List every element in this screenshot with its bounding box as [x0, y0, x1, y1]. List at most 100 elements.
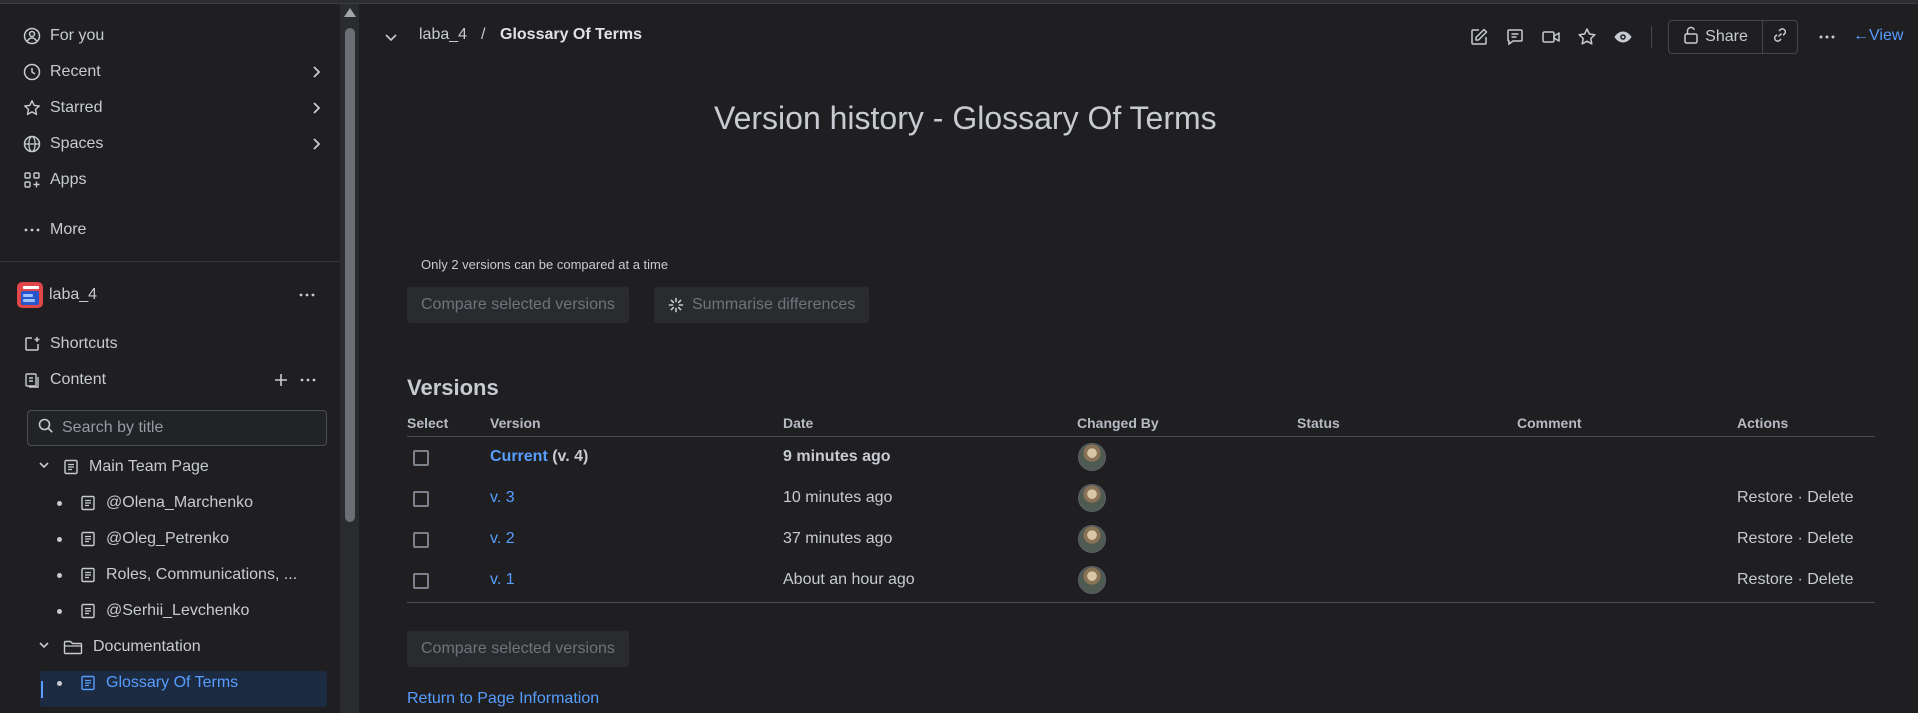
folder-icon: [63, 639, 83, 655]
more-actions-icon[interactable]: [1816, 26, 1838, 48]
page-icon: [80, 495, 96, 511]
table-row-version: v. 1: [490, 571, 515, 589]
restore-link[interactable]: Restore: [1737, 530, 1793, 547]
return-to-page-info-link[interactable]: Return to Page Information: [407, 690, 599, 708]
tree-item-olena[interactable]: @Olena_Marchenko: [57, 488, 253, 518]
row-date: About an hour ago: [783, 571, 915, 588]
link-icon: [1771, 26, 1789, 49]
col-header-date: Date: [783, 415, 814, 431]
chevron-down-icon[interactable]: [37, 638, 51, 657]
apps-icon: [22, 170, 42, 190]
copy-link-button[interactable]: [1762, 20, 1798, 54]
share-button[interactable]: Share: [1668, 20, 1762, 54]
row-checkbox[interactable]: [413, 532, 429, 548]
sidebar-item-starred[interactable]: Starred: [22, 94, 322, 122]
versions-heading: Versions: [407, 375, 499, 400]
tree-item-documentation[interactable]: Documentation: [37, 632, 201, 662]
summarise-label: Summarise differences: [692, 296, 856, 313]
row-date: 10 minutes ago: [783, 489, 893, 506]
share-label: Share: [1705, 28, 1748, 45]
summarise-differences-button[interactable]: Summarise differences: [654, 287, 870, 323]
search-input[interactable]: [62, 419, 302, 437]
bullet: [57, 572, 62, 578]
scrollbar-thumb[interactable]: [345, 28, 355, 522]
tree-item-label: Glossary Of Terms: [106, 674, 239, 691]
scroll-up-arrow-icon[interactable]: [344, 8, 356, 17]
table-bottom-divider: [407, 602, 1875, 603]
sidebar-divider: [0, 261, 340, 262]
chevron-right-icon[interactable]: [310, 98, 324, 123]
col-header-changed-by: Changed By: [1077, 415, 1159, 431]
tree-item-glossary[interactable]: Glossary Of Terms: [57, 668, 238, 698]
avatar[interactable]: [1078, 484, 1106, 512]
tree-item-label: Documentation: [93, 638, 201, 655]
sidebar-item-label: More: [50, 221, 87, 238]
tree-item-serhii[interactable]: @Serhii_Levchenko: [57, 596, 249, 626]
view-link[interactable]: ←View: [1853, 27, 1903, 45]
sidebar: For you Recent Starred Spaces Apps More: [0, 4, 340, 713]
col-header-select: Select: [407, 415, 449, 431]
bullet: [57, 500, 62, 506]
bullet: [57, 536, 62, 542]
view-label: View: [1869, 27, 1904, 44]
version-link[interactable]: v. 1: [490, 571, 515, 588]
page-title: Version history - Glossary Of Terms: [714, 100, 1217, 136]
restore-link[interactable]: Restore: [1737, 489, 1793, 506]
collapse-chevron-icon[interactable]: [383, 26, 399, 53]
space-more-icon[interactable]: [298, 280, 316, 315]
edit-icon[interactable]: [1468, 26, 1490, 48]
col-header-status: Status: [1297, 415, 1340, 431]
breadcrumb-page[interactable]: Glossary Of Terms: [500, 26, 642, 44]
version-link[interactable]: Current: [490, 448, 548, 465]
sidebar-item-spaces[interactable]: Spaces: [22, 130, 322, 158]
avatar[interactable]: [1078, 566, 1106, 594]
row-checkbox[interactable]: [413, 491, 429, 507]
watch-eye-icon[interactable]: [1612, 26, 1634, 48]
space-name[interactable]: laba_4: [49, 280, 97, 310]
row-actions: Restore · Delete: [1737, 489, 1854, 507]
content-more-icon[interactable]: [299, 366, 317, 399]
star-icon[interactable]: [1576, 26, 1598, 48]
sidebar-item-for-you[interactable]: For you: [22, 22, 322, 50]
delete-link[interactable]: Delete: [1807, 571, 1853, 588]
chevron-right-icon[interactable]: [310, 62, 324, 87]
row-checkbox[interactable]: [413, 573, 429, 589]
tree-item-oleg[interactable]: @Oleg_Petrenko: [57, 524, 229, 554]
row-checkbox[interactable]: [413, 450, 429, 466]
toolbar-separator: [1651, 26, 1652, 48]
avatar[interactable]: [1078, 525, 1106, 553]
col-header-comment: Comment: [1517, 415, 1582, 431]
compare-versions-button[interactable]: Compare selected versions: [407, 287, 629, 323]
sidebar-item-recent[interactable]: Recent: [22, 58, 322, 86]
restore-link[interactable]: Restore: [1737, 571, 1793, 588]
delete-link[interactable]: Delete: [1807, 489, 1853, 506]
comment-icon[interactable]: [1504, 26, 1526, 48]
search-box[interactable]: [27, 410, 327, 446]
version-link[interactable]: v. 2: [490, 530, 515, 547]
avatar[interactable]: [1078, 443, 1106, 471]
version-link[interactable]: v. 3: [490, 489, 515, 506]
action-separator: ·: [1793, 571, 1808, 588]
delete-link[interactable]: Delete: [1807, 530, 1853, 547]
compare-note: Only 2 versions can be compared at a tim…: [421, 257, 669, 272]
sidebar-item-shortcuts[interactable]: Shortcuts: [22, 330, 322, 358]
tree-item-main-team-page[interactable]: Main Team Page: [37, 452, 209, 482]
add-content-icon[interactable]: [272, 366, 290, 399]
tree-item-label: Main Team Page: [89, 458, 209, 475]
lock-icon: [1683, 26, 1699, 49]
chevron-down-icon[interactable]: [37, 458, 51, 477]
page-icon: [80, 531, 96, 547]
sidebar-item-more[interactable]: More: [22, 216, 322, 244]
video-icon[interactable]: [1540, 26, 1562, 48]
compare-versions-button-bottom[interactable]: Compare selected versions: [407, 631, 629, 667]
sparkle-loader-icon: [668, 297, 684, 313]
bullet: [57, 680, 62, 686]
breadcrumb-space[interactable]: laba_4: [419, 26, 467, 44]
page-icon: [80, 567, 96, 583]
sidebar-item-apps[interactable]: Apps: [22, 166, 322, 194]
more-dots-icon: [22, 220, 42, 240]
chevron-right-icon[interactable]: [310, 134, 324, 159]
action-separator: ·: [1793, 489, 1808, 506]
sidebar-item-label: Apps: [50, 171, 87, 188]
tree-item-roles[interactable]: Roles, Communications, ...: [57, 560, 297, 590]
